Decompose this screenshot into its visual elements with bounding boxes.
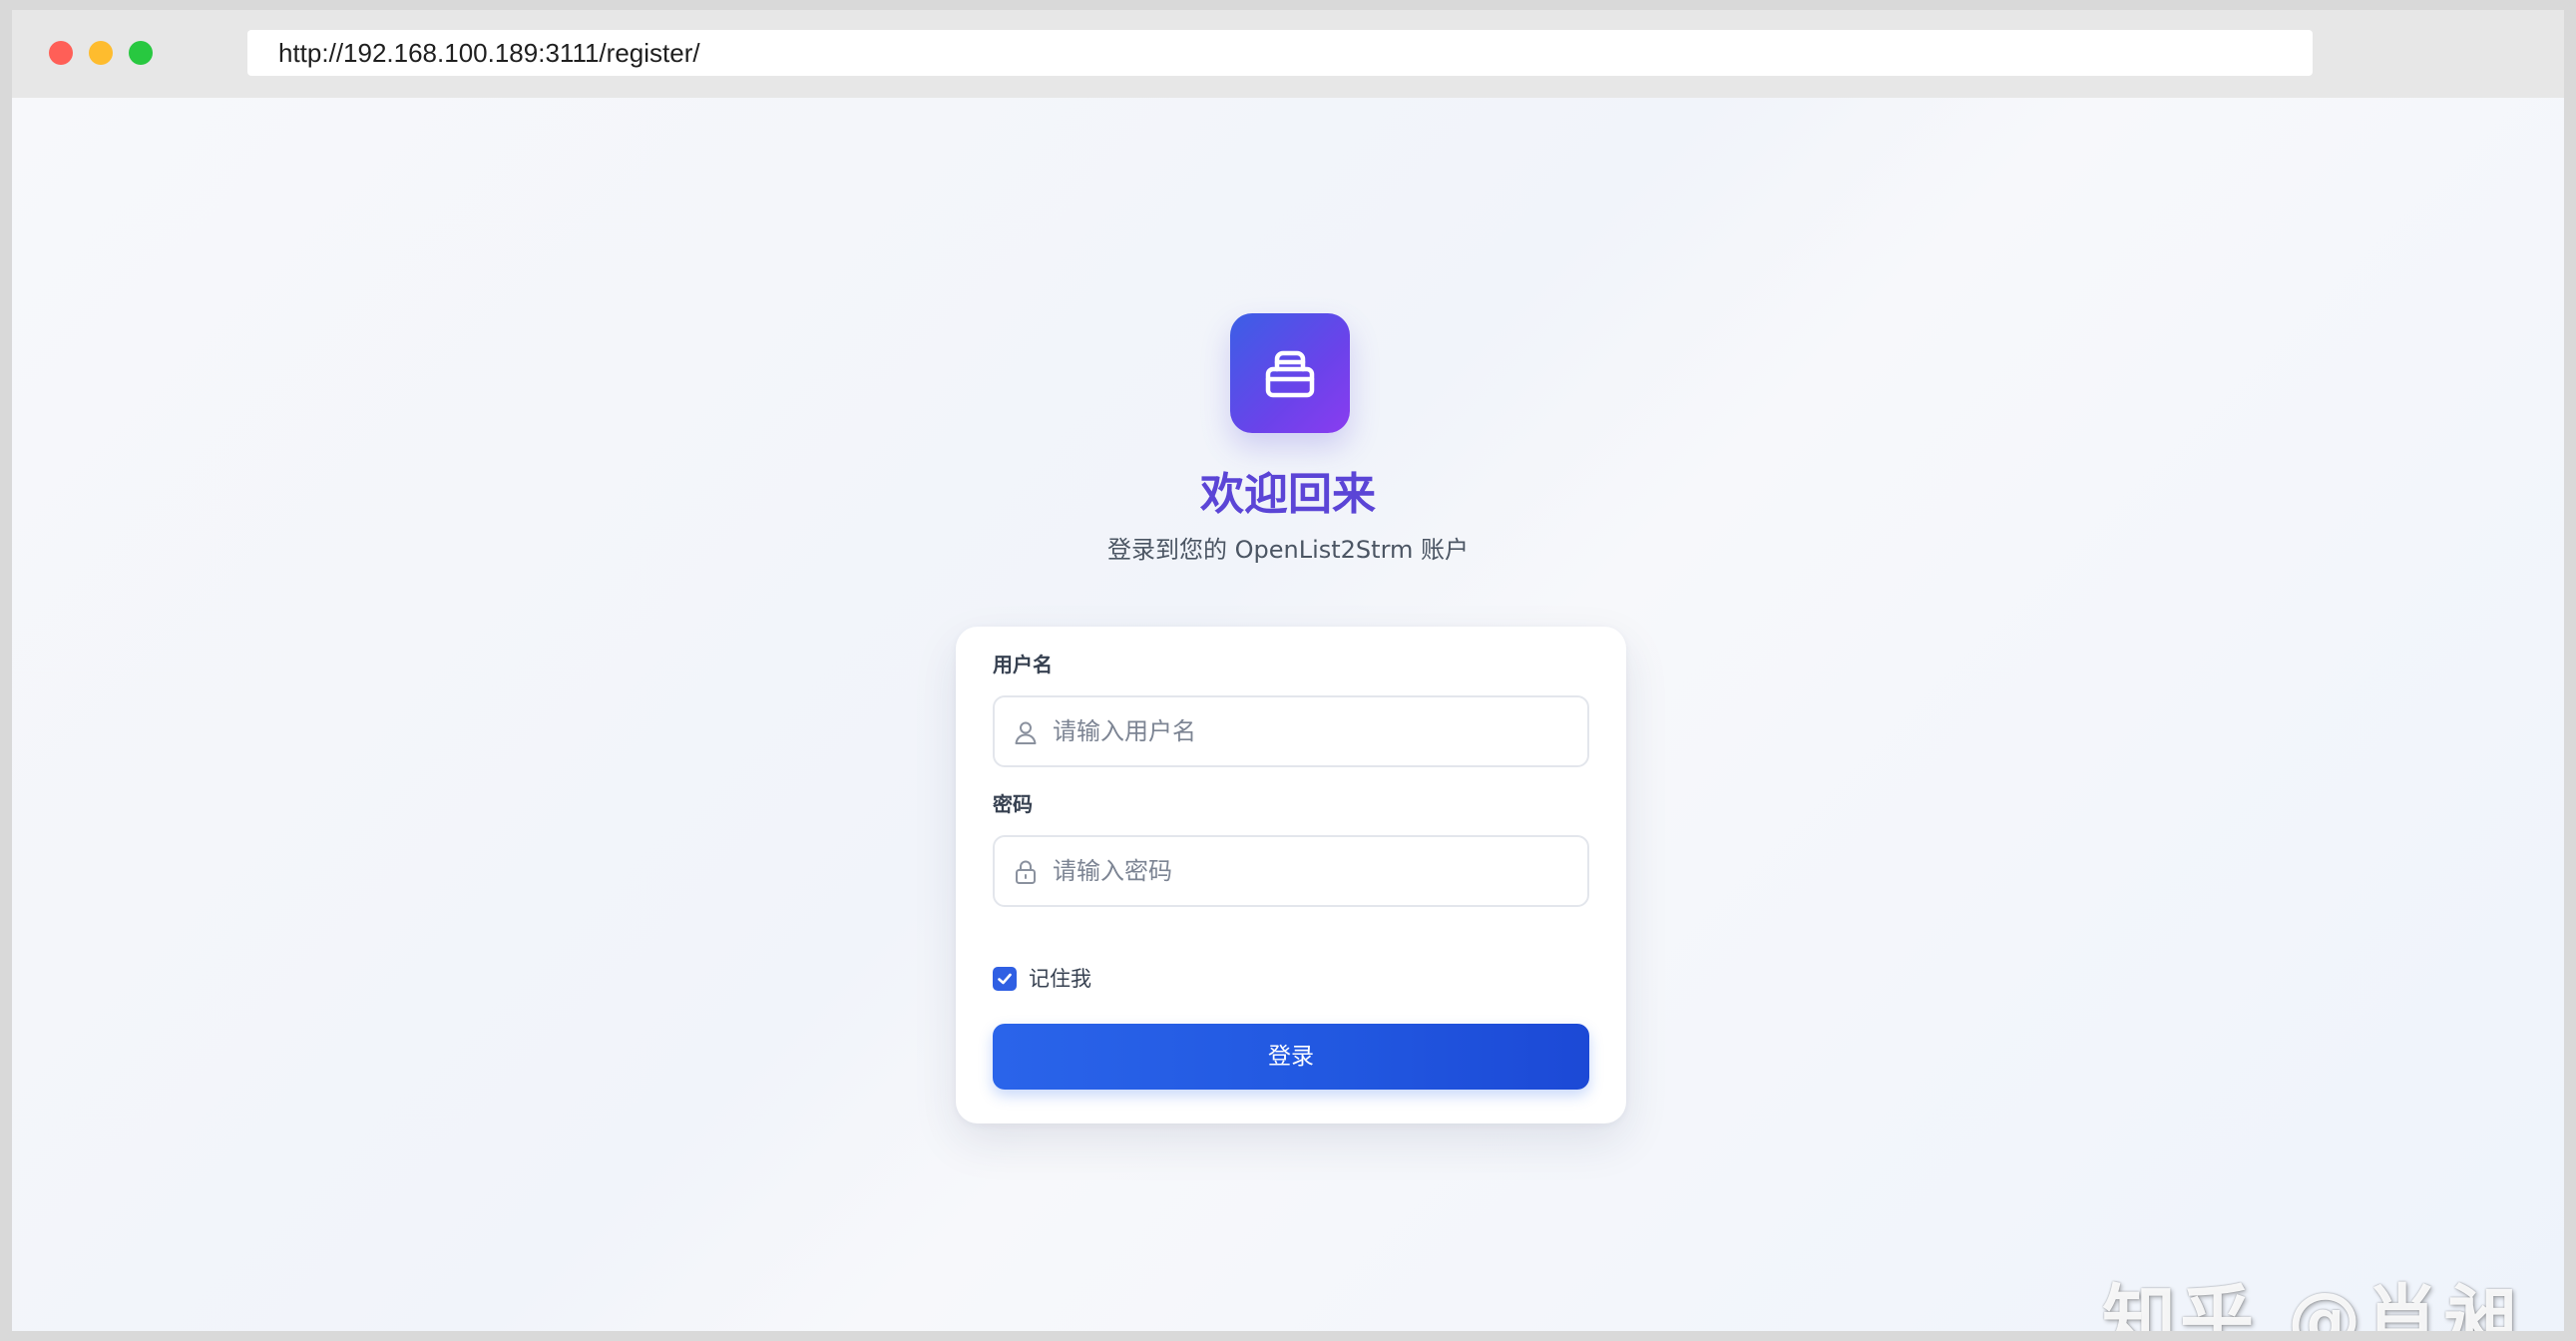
username-input[interactable] <box>1053 697 1571 765</box>
remember-me-checkbox[interactable] <box>993 967 1017 991</box>
password-input[interactable] <box>1053 837 1571 905</box>
page-title: 欢迎回来 <box>1200 469 1376 520</box>
login-card: 用户名 密码 <box>956 627 1626 1123</box>
username-label: 用户名 <box>993 653 1053 676</box>
password-label: 密码 <box>993 792 1033 816</box>
window-minimize-button[interactable] <box>89 41 113 65</box>
login-page: 欢迎回来 登录到您的 OpenList2Strm 账户 用户名 密码 <box>12 98 2564 1331</box>
inbox-tray-icon <box>1265 350 1315 398</box>
watermark: 知乎 @肖昶 <box>2102 1277 2521 1331</box>
page-subtitle: 登录到您的 OpenList2Strm 账户 <box>1106 536 1470 564</box>
remember-me-label: 记住我 <box>1029 967 1091 991</box>
user-icon <box>1015 721 1037 744</box>
password-field[interactable] <box>993 835 1589 907</box>
checkmark-icon <box>998 973 1012 985</box>
window-close-button[interactable] <box>49 41 73 65</box>
browser-window: http://192.168.100.189:3111/register/ 欢迎… <box>12 10 2564 1331</box>
lock-icon <box>1016 860 1036 884</box>
address-bar[interactable]: http://192.168.100.189:3111/register/ <box>247 30 2313 76</box>
username-field[interactable] <box>993 695 1589 767</box>
window-maximize-button[interactable] <box>129 41 153 65</box>
login-button[interactable]: 登录 <box>993 1024 1589 1090</box>
app-logo <box>1230 313 1350 433</box>
browser-titlebar: http://192.168.100.189:3111/register/ <box>12 10 2564 98</box>
